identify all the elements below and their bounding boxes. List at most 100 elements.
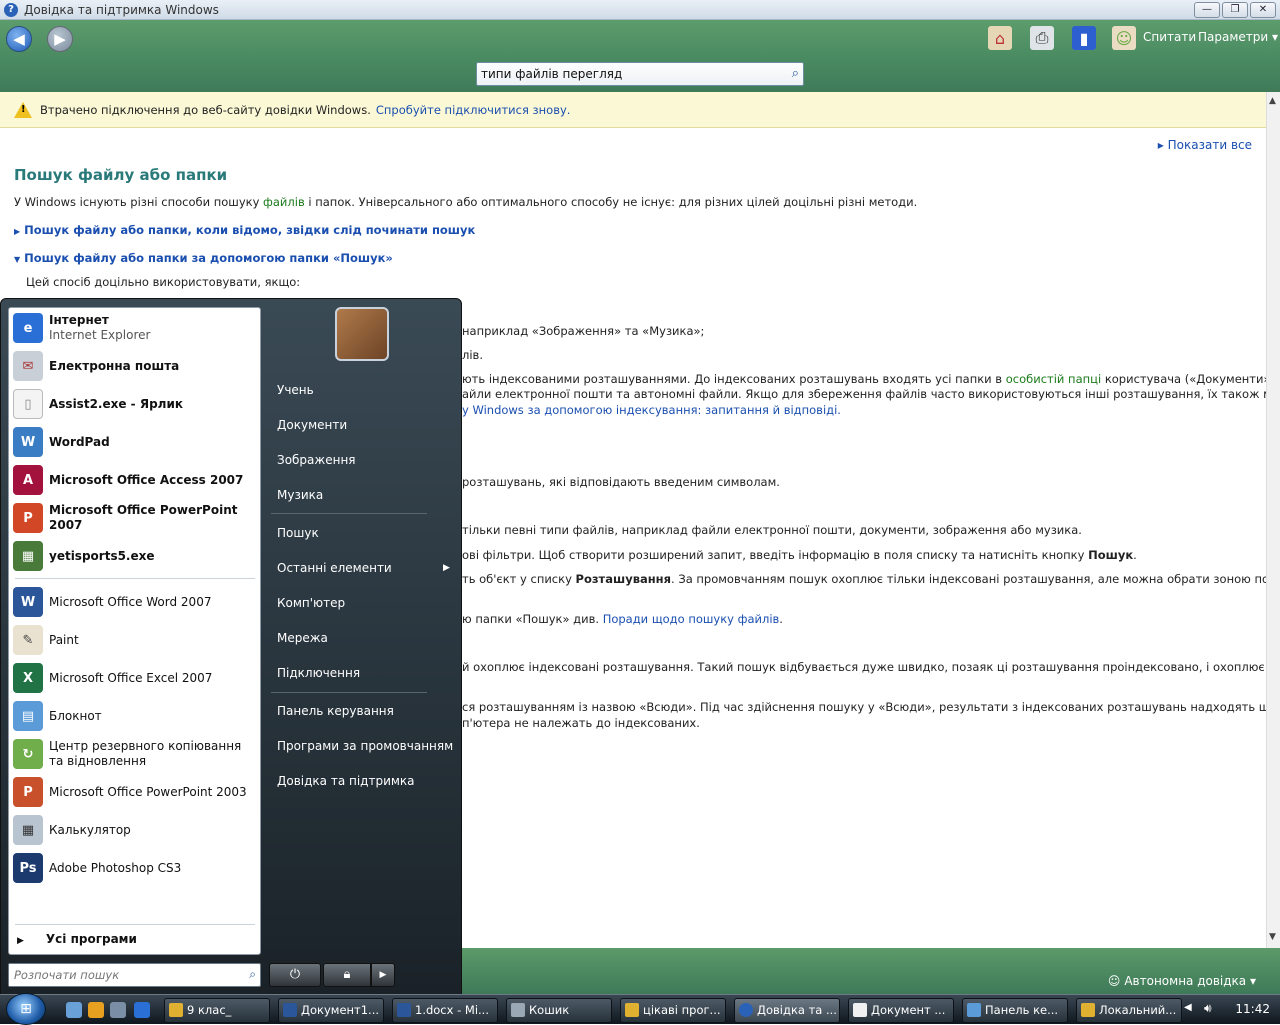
taskbar-button-label[interactable]: Локальний... bbox=[1099, 1003, 1176, 1017]
search-icon[interactable]: ⌕ bbox=[792, 66, 799, 81]
start-item-control-panel[interactable]: Панель керування bbox=[277, 704, 394, 718]
section-search-folder-label[interactable]: Пошук файлу або папки за допомогою папки… bbox=[24, 251, 393, 265]
start-item-help[interactable]: Довідка та підтримка bbox=[277, 774, 415, 788]
program-label[interactable]: Microsoft Office Access 2007 bbox=[49, 473, 243, 488]
taskbar-button[interactable]: Локальний... bbox=[1076, 998, 1182, 1023]
program-notepad[interactable]: ▤ Блокнот bbox=[13, 698, 258, 734]
taskbar-button-active[interactable]: Довідка та ... bbox=[734, 998, 840, 1023]
help-search-box[interactable]: ⌕ bbox=[476, 62, 804, 86]
taskbar-button-label[interactable]: Документ ... bbox=[871, 1003, 945, 1017]
all-programs-label[interactable]: Усі програми bbox=[46, 932, 137, 946]
taskbar-button-label[interactable]: цікаві прог... bbox=[643, 1003, 721, 1017]
program-label[interactable]: Microsoft Office Word 2007 bbox=[49, 595, 211, 610]
start-item-default-programs[interactable]: Програми за промовчанням bbox=[277, 739, 453, 753]
program-label[interactable]: Assist2.exe - Ярлик bbox=[49, 397, 183, 412]
start-item-connect[interactable]: Підключення bbox=[277, 666, 360, 680]
program-paint[interactable]: ✎ Paint bbox=[13, 622, 258, 658]
back-button[interactable]: ◀ bbox=[6, 26, 32, 52]
help-search-input[interactable] bbox=[477, 63, 767, 85]
ask-icon[interactable]: ☺ bbox=[1112, 26, 1136, 50]
media-player-icon[interactable] bbox=[88, 1002, 104, 1018]
browse-help-icon[interactable]: ▮ bbox=[1072, 26, 1096, 50]
power-button[interactable]: ⏻ bbox=[269, 963, 321, 987]
start-button[interactable]: ⊞ bbox=[6, 993, 46, 1025]
indexing-faq-link[interactable]: у Windows за допомогою індексування: зап… bbox=[462, 403, 841, 417]
taskbar-button[interactable]: 1.docx - Mi... bbox=[392, 998, 498, 1023]
taskbar-button[interactable]: Документ ... bbox=[848, 998, 954, 1023]
show-all-label[interactable]: Показати все bbox=[1168, 138, 1252, 152]
internet-explorer-icon[interactable] bbox=[134, 1002, 150, 1018]
section-known-location[interactable]: ▶ Пошук файлу або папки, коли відомо, зві… bbox=[14, 223, 475, 237]
program-internet[interactable]: e Інтернет Internet Explorer bbox=[13, 310, 258, 346]
minimize-button[interactable]: — bbox=[1194, 2, 1220, 18]
program-label[interactable]: Блокнот bbox=[49, 709, 102, 724]
offline-help-label[interactable]: Автономна довідка ▾ bbox=[1124, 974, 1256, 988]
home-icon[interactable]: ⌂ bbox=[988, 26, 1012, 50]
taskbar-button[interactable]: цікаві прог... bbox=[620, 998, 726, 1023]
taskbar-button-label[interactable]: Довідка та ... bbox=[757, 1003, 837, 1017]
all-programs-button[interactable]: ▶ Усі програми bbox=[17, 932, 137, 946]
program-label[interactable]: Центр резервного копіювання та відновлен… bbox=[49, 739, 258, 769]
clock[interactable]: 11:42 bbox=[1235, 1002, 1270, 1016]
switch-windows-icon[interactable] bbox=[110, 1002, 126, 1018]
scroll-down-arrow[interactable]: ▼ bbox=[1269, 932, 1276, 942]
reconnect-link[interactable]: Спробуйте підключитися знову. bbox=[376, 103, 571, 117]
start-item-search[interactable]: Пошук bbox=[277, 526, 319, 540]
start-item-recent[interactable]: Останні елементи bbox=[277, 561, 392, 575]
taskbar-button-label[interactable]: 9 клас_ bbox=[187, 1003, 231, 1017]
program-label[interactable]: WordPad bbox=[49, 435, 110, 450]
program-label[interactable]: Електронна пошта bbox=[49, 359, 179, 374]
show-all-link[interactable]: ▸ Показати все bbox=[1158, 138, 1252, 152]
program-calculator[interactable]: ▦ Калькулятор bbox=[13, 812, 258, 848]
search-icon[interactable]: ⌕ bbox=[249, 967, 256, 982]
program-assist2[interactable]: ▯ Assist2.exe - Ярлик bbox=[13, 386, 258, 422]
program-email[interactable]: ✉ Електронна пошта bbox=[13, 348, 258, 384]
vertical-scrollbar[interactable]: ▲ ▼ bbox=[1266, 92, 1280, 948]
user-avatar[interactable] bbox=[335, 307, 389, 361]
search-tips-link[interactable]: Поради щодо пошуку файлів bbox=[603, 612, 780, 626]
start-search-box[interactable]: ⌕ bbox=[8, 963, 261, 987]
start-item-pictures[interactable]: Зображення bbox=[277, 453, 356, 467]
start-item-network[interactable]: Мережа bbox=[277, 631, 328, 645]
section-search-folder[interactable]: ▼ Пошук файлу або папки за допомогою папк… bbox=[14, 251, 393, 265]
forward-button[interactable]: ▶ bbox=[47, 26, 73, 52]
program-label[interactable]: yetisports5.exe bbox=[49, 549, 155, 564]
scroll-up-arrow[interactable]: ▲ bbox=[1269, 96, 1276, 106]
program-photoshop[interactable]: Ps Adobe Photoshop CS3 bbox=[13, 850, 258, 886]
taskbar-button-label[interactable]: Кошик bbox=[529, 1003, 569, 1017]
taskbar-button[interactable]: Кошик bbox=[506, 998, 612, 1023]
taskbar-button[interactable]: Документ1... bbox=[278, 998, 384, 1023]
program-label[interactable]: Microsoft Office PowerPoint 2007 bbox=[49, 503, 258, 533]
program-backup-center[interactable]: ↻ Центр резервного копіювання та відновл… bbox=[13, 736, 258, 772]
print-icon[interactable]: ⎙ bbox=[1030, 26, 1054, 50]
options-button[interactable]: Параметри ▾ bbox=[1198, 30, 1278, 44]
program-label[interactable]: Paint bbox=[49, 633, 79, 648]
program-yetisports[interactable]: ▦ yetisports5.exe bbox=[13, 538, 258, 574]
taskbar-button-label[interactable]: 1.docx - Mi... bbox=[415, 1003, 489, 1017]
files-link[interactable]: файлів bbox=[263, 195, 305, 209]
program-powerpoint-2003[interactable]: P Microsoft Office PowerPoint 2003 bbox=[13, 774, 258, 810]
taskbar-button[interactable]: 9 клас_ bbox=[164, 998, 270, 1023]
program-label[interactable]: Adobe Photoshop CS3 bbox=[49, 861, 181, 876]
program-label[interactable]: Інтернет bbox=[49, 313, 109, 327]
tray-expand-icon[interactable]: ◀ bbox=[1184, 1002, 1192, 1013]
start-item-user[interactable]: Учень bbox=[277, 383, 314, 397]
program-word-2007[interactable]: W Microsoft Office Word 2007 bbox=[13, 584, 258, 620]
ask-button[interactable]: Спитати bbox=[1143, 30, 1196, 44]
taskbar-button-label[interactable]: Документ1... bbox=[301, 1003, 379, 1017]
program-label[interactable]: Microsoft Office Excel 2007 bbox=[49, 671, 212, 686]
program-label[interactable]: Microsoft Office PowerPoint 2003 bbox=[49, 785, 247, 800]
shutdown-options-button[interactable]: ▶ bbox=[371, 963, 395, 987]
program-wordpad[interactable]: W WordPad bbox=[13, 424, 258, 460]
lock-button[interactable]: 🔒︎ bbox=[323, 963, 371, 987]
show-desktop-icon[interactable] bbox=[66, 1002, 82, 1018]
start-item-music[interactable]: Музика bbox=[277, 488, 323, 502]
taskbar-button[interactable]: Панель ке... bbox=[962, 998, 1068, 1023]
taskbar-button-label[interactable]: Панель ке... bbox=[985, 1003, 1058, 1017]
volume-icon[interactable]: 🔊︎ bbox=[1204, 1001, 1212, 1016]
personal-folder-link[interactable]: особистій папці bbox=[1006, 372, 1101, 386]
program-label[interactable]: Калькулятор bbox=[49, 823, 131, 838]
start-search-input[interactable] bbox=[9, 964, 229, 986]
program-excel-2007[interactable]: X Microsoft Office Excel 2007 bbox=[13, 660, 258, 696]
start-item-documents[interactable]: Документи bbox=[277, 418, 347, 432]
